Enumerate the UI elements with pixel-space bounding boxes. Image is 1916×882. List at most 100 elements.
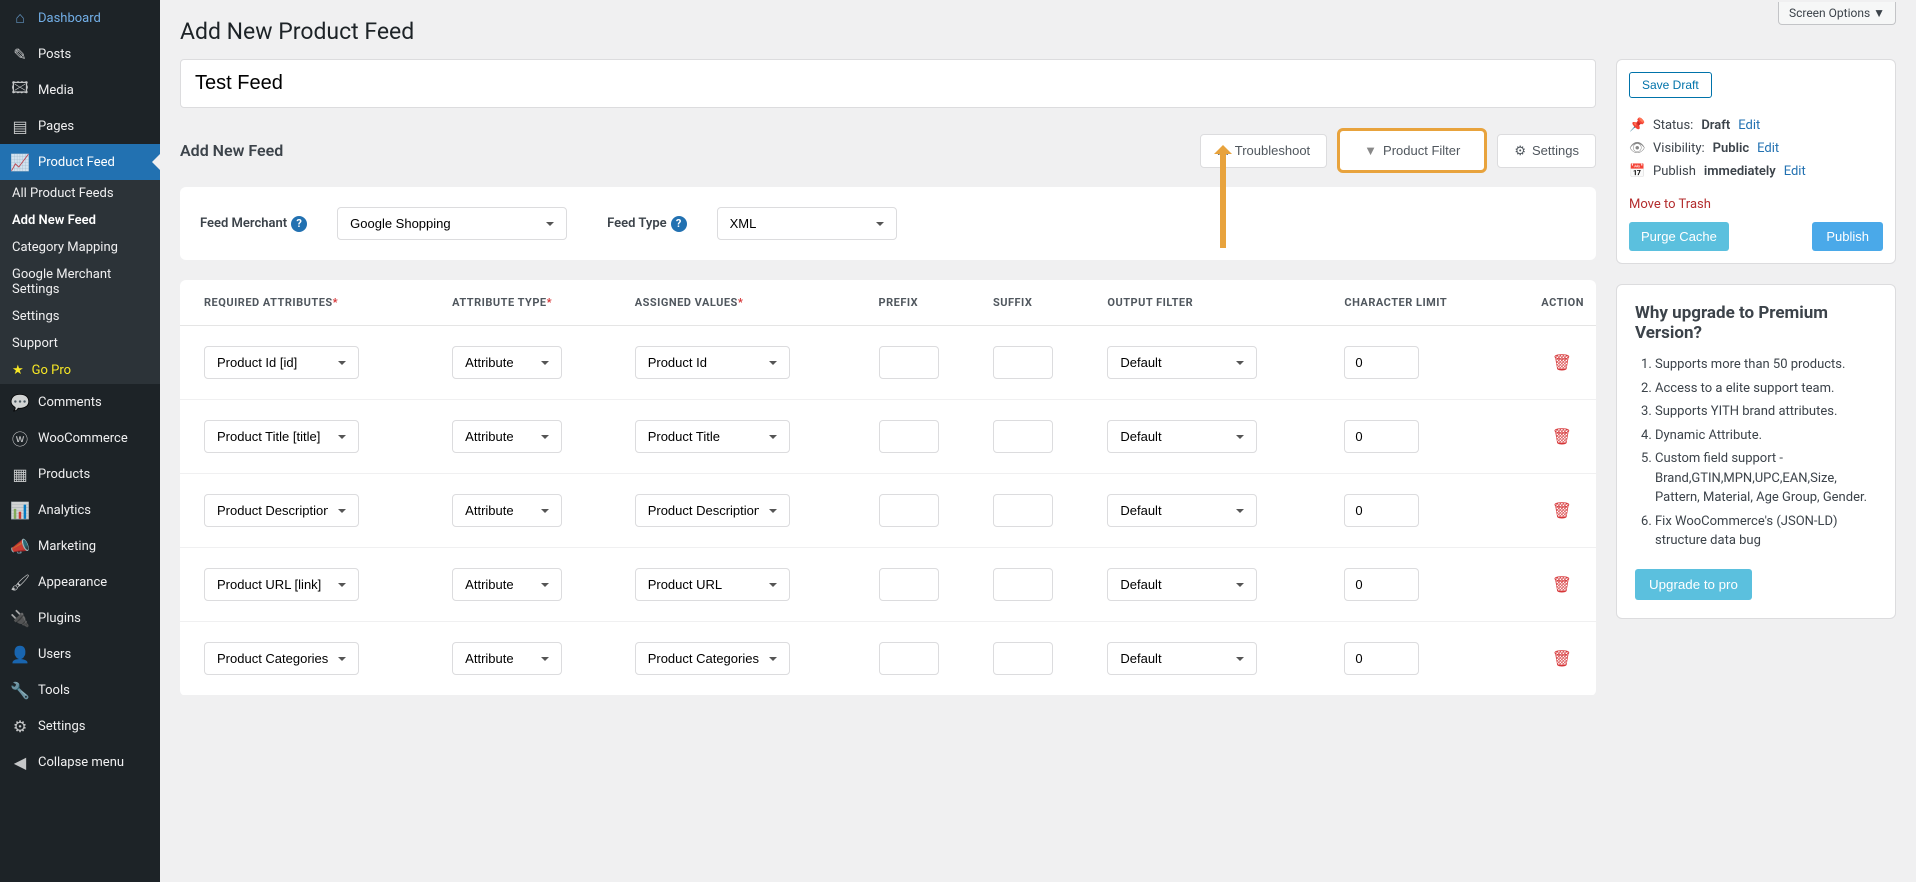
attribute-type-select[interactable]: Attribute xyxy=(452,568,562,601)
section-heading: Add New Feed xyxy=(180,141,283,160)
sidebar-label: Users xyxy=(38,647,71,662)
sidebar-item-woocommerce[interactable]: ⓦWooCommerce xyxy=(0,420,160,456)
assigned-value-select[interactable]: Product Categories xyxy=(635,642,790,675)
product-filter-button[interactable]: ▼Product Filter xyxy=(1337,128,1487,173)
save-draft-button[interactable]: Save Draft xyxy=(1629,72,1712,98)
col-limit: CHARACTER LIMIT xyxy=(1332,280,1505,326)
sidebar-item-media[interactable]: 🖾Media xyxy=(0,72,160,108)
main-content: Screen Options ▼ Add New Product Feed Ad… xyxy=(160,0,1916,882)
assigned-value-select[interactable]: Product Title xyxy=(635,420,790,453)
prefix-input[interactable] xyxy=(879,642,939,675)
output-filter-select[interactable]: Default xyxy=(1107,642,1257,675)
product-feed-icon: 📈 xyxy=(10,152,30,172)
sidebar-item-analytics[interactable]: 📊Analytics xyxy=(0,492,160,528)
sidebar-item-product-feed[interactable]: 📈Product Feed xyxy=(0,144,160,180)
move-to-trash-link[interactable]: Move to Trash xyxy=(1629,197,1711,212)
char-limit-input[interactable] xyxy=(1344,346,1419,379)
suffix-input[interactable] xyxy=(993,568,1053,601)
table-row: Product Description [description] Attrib… xyxy=(180,474,1596,548)
sidebar-item-posts[interactable]: ✎Posts xyxy=(0,36,160,72)
list-item: Access to a elite support team. xyxy=(1655,379,1877,399)
attribute-type-select[interactable]: Attribute xyxy=(452,494,562,527)
prefix-input[interactable] xyxy=(879,346,939,379)
visibility-edit-link[interactable]: Edit xyxy=(1757,141,1779,156)
char-limit-input[interactable] xyxy=(1344,494,1419,527)
status-edit-link[interactable]: Edit xyxy=(1738,118,1760,133)
feed-type-select[interactable]: XML xyxy=(717,207,897,240)
sidebar-label: Pages xyxy=(38,119,74,134)
required-attribute-select[interactable]: Product Id [id] xyxy=(204,346,359,379)
sidebar-item-comments[interactable]: 💬Comments xyxy=(0,384,160,420)
publish-button[interactable]: Publish xyxy=(1812,222,1883,251)
sidebar-item-appearance[interactable]: 🖌Appearance xyxy=(0,564,160,600)
feed-settings-button[interactable]: ⚙Settings xyxy=(1497,134,1596,168)
subitem-google-merchant[interactable]: Google Merchant Settings xyxy=(0,261,160,303)
delete-row-icon[interactable]: 🗑 xyxy=(1552,353,1572,372)
sidebar-item-pages[interactable]: ▤Pages xyxy=(0,108,160,144)
delete-row-icon[interactable]: 🗑 xyxy=(1552,649,1572,668)
feed-merchant-select[interactable]: Google Shopping xyxy=(337,207,567,240)
help-icon[interactable]: ? xyxy=(291,216,307,232)
sidebar-item-plugins[interactable]: 🔌Plugins xyxy=(0,600,160,636)
feed-title-input[interactable] xyxy=(180,59,1596,108)
subitem-go-pro[interactable]: ★ Go Pro xyxy=(0,357,160,384)
troubleshoot-button[interactable]: ⚠Troubleshoot xyxy=(1200,134,1327,168)
sidebar-label: Products xyxy=(38,467,90,482)
publish-edit-link[interactable]: Edit xyxy=(1784,164,1806,179)
filter-icon: ▼ xyxy=(1364,143,1377,158)
subitem-settings[interactable]: Settings xyxy=(0,303,160,330)
char-limit-input[interactable] xyxy=(1344,568,1419,601)
upgrade-box: Why upgrade to Premium Version? Supports… xyxy=(1616,284,1896,619)
suffix-input[interactable] xyxy=(993,420,1053,453)
suffix-input[interactable] xyxy=(993,642,1053,675)
subitem-all-feeds[interactable]: All Product Feeds xyxy=(0,180,160,207)
required-attribute-select[interactable]: Product URL [link] xyxy=(204,568,359,601)
output-filter-select[interactable]: Default xyxy=(1107,494,1257,527)
analytics-icon: 📊 xyxy=(10,500,30,520)
attribute-type-select[interactable]: Attribute xyxy=(452,642,562,675)
purge-cache-button[interactable]: Purge Cache xyxy=(1629,222,1729,251)
subitem-category-mapping[interactable]: Category Mapping xyxy=(0,234,160,261)
woocommerce-icon: ⓦ xyxy=(10,428,30,448)
required-attribute-select[interactable]: Product Categories [product_type] xyxy=(204,642,359,675)
sidebar-label: Posts xyxy=(38,47,71,62)
prefix-input[interactable] xyxy=(879,494,939,527)
suffix-input[interactable] xyxy=(993,494,1053,527)
page-title: Add New Product Feed xyxy=(180,0,1896,59)
output-filter-select[interactable]: Default xyxy=(1107,346,1257,379)
help-icon[interactable]: ? xyxy=(671,216,687,232)
char-limit-input[interactable] xyxy=(1344,420,1419,453)
char-limit-input[interactable] xyxy=(1344,642,1419,675)
suffix-input[interactable] xyxy=(993,346,1053,379)
required-attribute-select[interactable]: Product Description [description] xyxy=(204,494,359,527)
attribute-type-select[interactable]: Attribute xyxy=(452,420,562,453)
prefix-input[interactable] xyxy=(879,568,939,601)
sidebar-item-products[interactable]: ▦Products xyxy=(0,456,160,492)
subitem-support[interactable]: Support xyxy=(0,330,160,357)
required-attribute-select[interactable]: Product Title [title] xyxy=(204,420,359,453)
upgrade-to-pro-button[interactable]: Upgrade to pro xyxy=(1635,569,1752,600)
sidebar-item-settings[interactable]: ⚙Settings xyxy=(0,708,160,744)
sidebar-item-dashboard[interactable]: ⌂Dashboard xyxy=(0,0,160,36)
assigned-value-select[interactable]: Product Description xyxy=(635,494,790,527)
delete-row-icon[interactable]: 🗑 xyxy=(1552,575,1572,594)
assigned-value-select[interactable]: Product Id xyxy=(635,346,790,379)
list-item: Supports YITH brand attributes. xyxy=(1655,402,1877,422)
sidebar-item-collapse[interactable]: ◀Collapse menu xyxy=(0,744,160,780)
sidebar-item-tools[interactable]: 🔧Tools xyxy=(0,672,160,708)
assigned-value-select[interactable]: Product URL xyxy=(635,568,790,601)
tools-icon: 🔧 xyxy=(10,680,30,700)
subitem-add-new-feed[interactable]: Add New Feed xyxy=(0,207,160,234)
output-filter-select[interactable]: Default xyxy=(1107,420,1257,453)
table-row: Product Id [id] Attribute Product Id Def… xyxy=(180,326,1596,400)
attribute-type-select[interactable]: Attribute xyxy=(452,346,562,379)
attributes-table: REQUIRED ATTRIBUTES* ATTRIBUTE TYPE* ASS… xyxy=(180,280,1596,696)
delete-row-icon[interactable]: 🗑 xyxy=(1552,427,1572,446)
output-filter-select[interactable]: Default xyxy=(1107,568,1257,601)
sidebar-label: Appearance xyxy=(38,575,107,590)
prefix-input[interactable] xyxy=(879,420,939,453)
sidebar-item-users[interactable]: 👤Users xyxy=(0,636,160,672)
screen-options-button[interactable]: Screen Options ▼ xyxy=(1778,2,1896,25)
sidebar-item-marketing[interactable]: 📣Marketing xyxy=(0,528,160,564)
delete-row-icon[interactable]: 🗑 xyxy=(1552,501,1572,520)
